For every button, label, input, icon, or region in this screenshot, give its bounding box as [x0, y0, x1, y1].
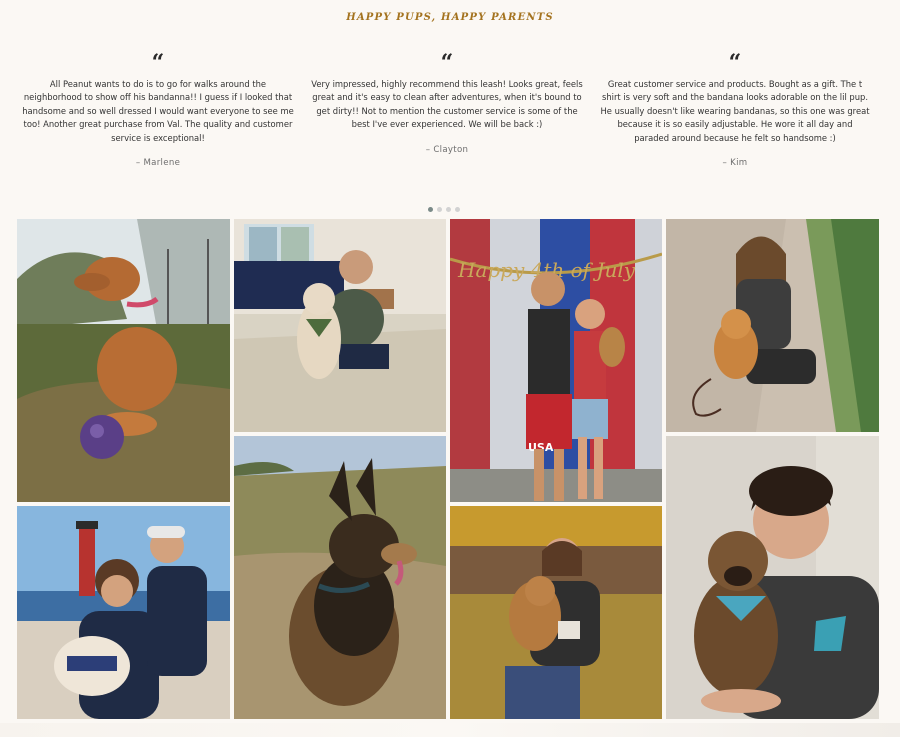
testimonial-author: – Clayton [425, 144, 469, 155]
photo-woman-with-puppy-autumn[interactable] [450, 506, 662, 719]
photo-man-with-dog-living-room[interactable] [234, 219, 446, 432]
testimonial-author: – Kim [722, 158, 748, 169]
photo-couple-lighthouse[interactable] [17, 506, 230, 719]
testimonial-text: All Peanut wants to do is to go for walk… [22, 79, 294, 143]
photo-couple-fourth-of-july[interactable]: Happy 4th of July USA [450, 219, 662, 502]
testimonial-text: Very impressed, highly recommend this le… [311, 79, 583, 130]
carousel-dot-1[interactable] [428, 207, 433, 212]
quote-icon: “ [728, 50, 742, 76]
testimonial-card: “ Very impressed, highly recommend this … [311, 52, 583, 155]
carousel-pagination [428, 207, 464, 213]
carousel-dot-2[interactable] [437, 207, 442, 212]
photo-woman-with-corgi[interactable] [666, 219, 879, 432]
customer-photo-gallery: Happy 4th of July USA [17, 219, 879, 719]
testimonial-text: Great customer service and products. Bou… [600, 79, 870, 143]
testimonial-card: “ Great customer service and products. B… [599, 52, 871, 168]
photo-dog-with-ball[interactable] [17, 219, 230, 502]
quote-icon: “ [151, 50, 165, 76]
section-heading: HAPPY PUPS, HAPPY PARENTS [346, 12, 554, 23]
carousel-dot-3[interactable] [446, 207, 451, 212]
page-bottom-edge [0, 723, 900, 737]
quote-icon: “ [440, 50, 454, 76]
photo-german-shepherd[interactable] [234, 436, 446, 719]
photo-man-holding-puppy[interactable] [666, 436, 879, 719]
carousel-dot-4[interactable] [455, 207, 460, 212]
testimonial-author: – Marlene [135, 158, 181, 169]
testimonial-carousel[interactable]: “ All Peanut wants to do is to go for wa… [0, 52, 900, 202]
testimonial-card: “ All Peanut wants to do is to go for wa… [22, 52, 294, 168]
